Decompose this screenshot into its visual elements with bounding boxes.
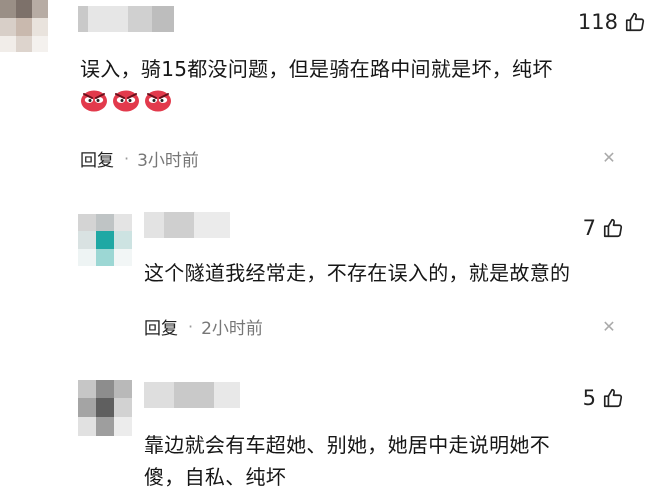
- comment-2: 7 这个隧道我经常走，不存在误入的，就是故意的 回复 · 2小时前 ✕: [0, 200, 660, 350]
- comment-text: 这个隧道我经常走，不存在误入的，就是故意的: [144, 261, 571, 285]
- angry-face-emoji-icon: [112, 88, 140, 112]
- like-group[interactable]: 7: [583, 216, 624, 240]
- comment-meta: 回复 · 2小时前: [144, 314, 263, 339]
- username-blurred[interactable]: [144, 382, 240, 408]
- comment-text-line-1: 靠边就会有车超她、别她，她居中走说明她不: [144, 433, 550, 457]
- thumbs-up-icon[interactable]: [602, 217, 624, 239]
- like-count: 5: [582, 386, 596, 410]
- separator-dot: ·: [124, 149, 130, 168]
- reply-button[interactable]: 回复: [80, 146, 114, 171]
- username-blurred[interactable]: [144, 212, 230, 238]
- like-count: 7: [582, 216, 596, 240]
- timestamp: 3小时前: [137, 151, 199, 171]
- angry-face-emoji-icon: [144, 88, 172, 112]
- comment-1: 118 误入，骑15都没问题，但是骑在路中间就是坏，纯坏 回复 · 3小时前 ✕: [0, 0, 660, 175]
- like-group[interactable]: 5: [583, 386, 624, 410]
- username-blurred[interactable]: [78, 6, 174, 32]
- thumbs-up-icon[interactable]: [602, 387, 624, 409]
- thumbs-up-icon[interactable]: [624, 11, 646, 33]
- emoji-row: [80, 88, 172, 112]
- angry-face-emoji-icon: [80, 88, 108, 112]
- comment-meta: 回复 · 3小时前: [80, 146, 199, 171]
- close-icon[interactable]: ✕: [602, 319, 616, 335]
- comment-text-line-2: 傻，自私、纯坏: [144, 465, 287, 489]
- like-count: 118: [577, 10, 618, 34]
- avatar[interactable]: [78, 380, 132, 436]
- avatar[interactable]: [0, 0, 48, 52]
- timestamp: 2小时前: [201, 319, 263, 339]
- close-icon[interactable]: ✕: [602, 150, 616, 166]
- reply-button[interactable]: 回复: [144, 314, 178, 339]
- separator-dot: ·: [188, 317, 194, 336]
- comment-text: 误入，骑15都没问题，但是骑在路中间就是坏，纯坏: [80, 57, 553, 81]
- comment-3: 5 靠边就会有车超她、别她，她居中走说明她不 傻，自私、纯坏: [0, 370, 660, 500]
- like-group[interactable]: 118: [578, 10, 646, 34]
- avatar[interactable]: [78, 214, 132, 266]
